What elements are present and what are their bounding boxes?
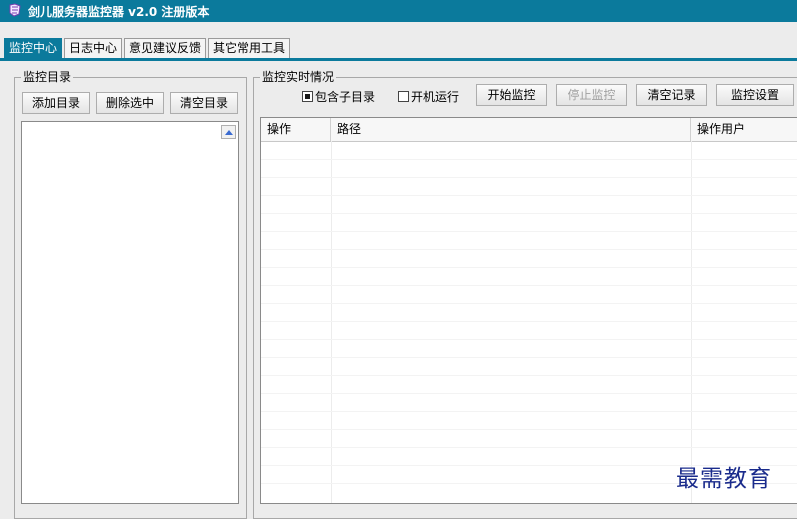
tab-other-tools[interactable]: 其它常用工具: [208, 38, 291, 58]
start-monitor-button[interactable]: 开始监控: [476, 84, 547, 106]
clear-records-button[interactable]: 清空记录: [636, 84, 707, 106]
row-divider: [261, 213, 797, 214]
column-header-user[interactable]: 操作用户: [691, 118, 797, 141]
monitor-realtime-legend: 监控实时情况: [260, 70, 337, 84]
autostart-checkbox[interactable]: 开机运行: [398, 88, 459, 105]
column-header-path[interactable]: 路径: [331, 118, 691, 141]
row-divider: [261, 267, 797, 268]
add-directory-button[interactable]: 添加目录: [22, 92, 90, 114]
tab-feedback[interactable]: 意见建议反馈: [124, 38, 207, 58]
tab-monitor-center[interactable]: 监控中心: [4, 38, 63, 58]
delete-selected-button[interactable]: 删除选中: [96, 92, 164, 114]
row-divider: [261, 339, 797, 340]
autostart-label: 开机运行: [411, 90, 460, 104]
monitor-directory-legend: 监控目录: [21, 70, 74, 84]
row-divider: [261, 357, 797, 358]
stop-monitor-button[interactable]: 停止监控: [556, 84, 627, 106]
row-divider: [261, 411, 797, 412]
row-divider: [261, 303, 797, 304]
monitor-settings-button[interactable]: 监控设置: [716, 84, 794, 106]
watermark: 最需教育: [676, 466, 772, 492]
row-divider: [261, 375, 797, 376]
column-header-operation[interactable]: 操作: [261, 118, 331, 141]
monitor-table[interactable]: 操作 路径 操作用户: [260, 117, 797, 504]
include-subdirs-label: 包含子目录: [315, 90, 376, 104]
clear-directory-button[interactable]: 清空目录: [170, 92, 238, 114]
row-divider: [261, 159, 797, 160]
row-divider: [261, 195, 797, 196]
tab-log-center[interactable]: 日志中心: [64, 38, 123, 58]
tab-bar: 监控中心 日志中心 意见建议反馈 其它常用工具: [0, 22, 797, 61]
directory-list[interactable]: [21, 121, 239, 504]
title-bar: 剑儿服务器监控器 v2.0 注册版本: [0, 0, 797, 22]
row-divider: [261, 393, 797, 394]
table-header: 操作 路径 操作用户: [261, 118, 797, 142]
row-divider: [261, 447, 797, 448]
row-divider: [261, 231, 797, 232]
window-title: 剑儿服务器监控器 v2.0 注册版本: [28, 4, 210, 19]
include-subdirs-box[interactable]: [302, 91, 313, 102]
scroll-up-button[interactable]: [221, 125, 236, 139]
row-divider: [261, 321, 797, 322]
row-divider: [261, 285, 797, 286]
autostart-box[interactable]: [398, 91, 409, 102]
app-icon: [8, 2, 22, 20]
include-subdirs-checkbox[interactable]: 包含子目录: [302, 88, 375, 105]
tab-underline: [0, 58, 797, 61]
row-divider: [261, 249, 797, 250]
row-divider: [261, 177, 797, 178]
row-divider: [261, 429, 797, 430]
arrow-up-icon: [224, 129, 233, 135]
